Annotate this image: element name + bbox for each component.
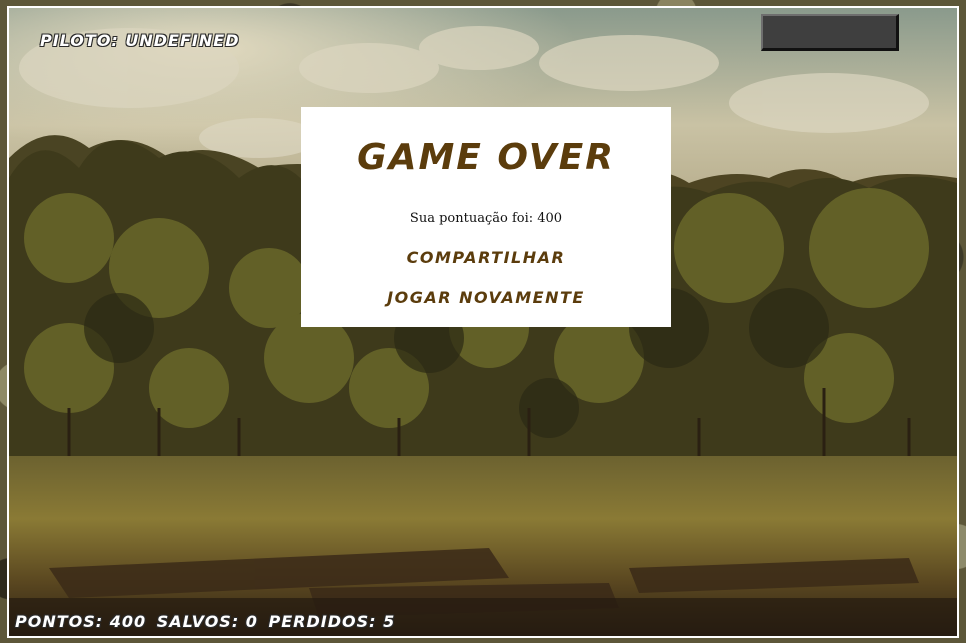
lost-counter: PERDIDOS: 5 (268, 612, 396, 631)
game-stage[interactable]: PILOTO: UNDEFINED GAME OVER Sua pontuaçã… (7, 6, 959, 638)
final-score-text: Sua pontuação foi: 400 (409, 211, 563, 226)
share-button[interactable]: COMPARTILHAR (301, 248, 671, 267)
points-counter: PONTOS: 400 (15, 612, 147, 631)
energy-meter (761, 14, 899, 51)
play-again-button[interactable]: JOGAR NOVAMENTE (301, 288, 671, 307)
pilot-name-label: PILOTO: UNDEFINED (40, 31, 240, 50)
score-bar: PONTOS: 400 SALVOS: 0 PERDIDOS: 5 (15, 612, 399, 631)
saved-counter: SALVOS: 0 (156, 612, 258, 631)
game-over-dialog: GAME OVER Sua pontuação foi: 400 COMPART… (301, 107, 671, 327)
game-over-title: GAME OVER (357, 137, 615, 178)
